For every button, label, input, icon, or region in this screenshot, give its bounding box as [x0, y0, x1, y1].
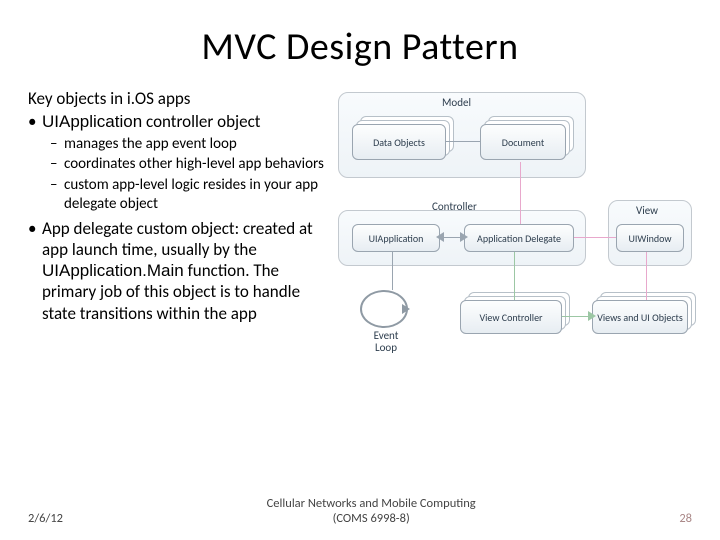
footer: 2/6/12 Cellular Networks and Mobile Comp… [0, 496, 720, 526]
bullet-app-delegate-pre: App delegate custom object: created at a… [42, 218, 313, 260]
view-label: View [636, 204, 658, 217]
sub-bullet-3: custom app-level logic resides in your a… [64, 176, 324, 214]
slide-title: MVC Design Pattern [28, 24, 692, 70]
uiapplication-box: UIApplication [352, 224, 440, 252]
footer-line2: (COMS 6998-8) [63, 511, 679, 526]
footer-date: 2/6/12 [28, 511, 63, 526]
sub-bullet-2: coordinates other high-level app behavio… [64, 155, 324, 174]
bullet-app-delegate: App delegate custom object: created at a… [42, 218, 324, 324]
event-loop-circle [360, 290, 408, 328]
model-label: Model [442, 96, 471, 109]
uiwindow-box: UIWindow [616, 224, 684, 252]
code-uiapplication-main: UIApplication.Main [42, 261, 184, 280]
event-loop-label: Event Loop [364, 330, 408, 353]
page-number: 28 [679, 511, 692, 526]
controller-label: Controller [432, 200, 477, 213]
bullet-uiapplication: UIApplication controller object manages … [42, 111, 324, 213]
footer-line1: Cellular Networks and Mobile Computing [63, 496, 679, 511]
data-objects-box: Data Objects [352, 124, 446, 160]
bullet-uiapplication-rest: controller object [142, 111, 260, 132]
sub-bullet-1: manages the app event loop [64, 135, 324, 154]
text-column: Key objects in i.OS apps UIApplication c… [28, 88, 324, 422]
view-controller-box: View Controller [460, 300, 562, 334]
mvc-diagram: Model Data Objects Document Controlle [332, 92, 692, 422]
document-box: Document [480, 124, 566, 160]
code-uiapplication: UIApplication [42, 112, 142, 131]
intro-line: Key objects in i.OS apps [28, 88, 324, 109]
app-delegate-box: Application Delegate [464, 224, 574, 252]
views-ui-box: Views and UI Objects [592, 300, 688, 334]
